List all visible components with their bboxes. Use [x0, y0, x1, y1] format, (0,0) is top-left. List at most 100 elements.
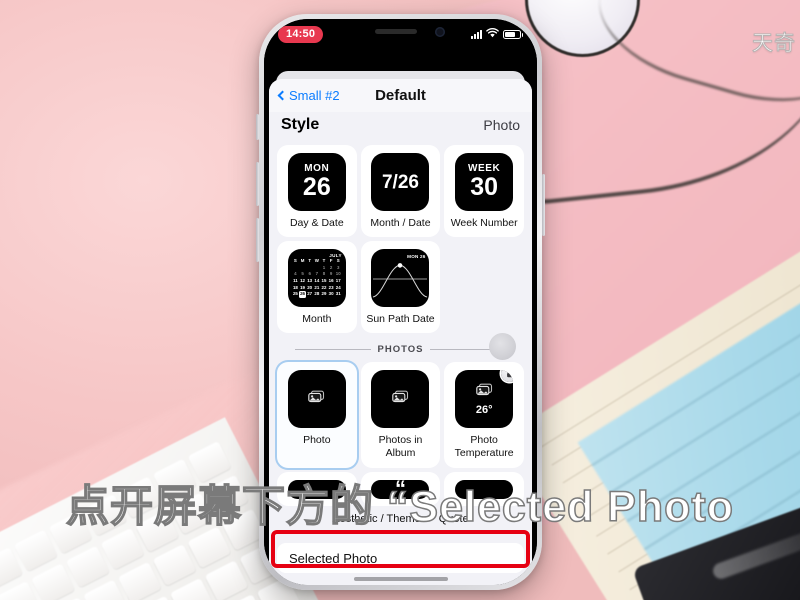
status-icons [471, 25, 523, 43]
calendar-day: 27 [307, 291, 313, 297]
watermark: 天奇 [752, 32, 796, 56]
photos-grid: Photo Photos in Album 26° Photo Temperat… [269, 362, 532, 468]
calendar-blank [299, 265, 306, 272]
wifi-icon [486, 25, 499, 43]
calendar-weekday: W [314, 258, 319, 264]
photo-temperature-value: 26° [475, 403, 493, 416]
calendar-day: 16 [328, 277, 334, 283]
volume-up-button[interactable] [256, 162, 259, 206]
keyboard-key [31, 563, 76, 600]
widget-preview-month: JULY S M T W T F S 1 2 3 4 5 6 7 8 9 10 11 12 13 14 15 16 17 18 1… [287, 249, 346, 308]
keyboard-key [152, 544, 197, 587]
calendar-day: 17 [335, 277, 341, 283]
battery-icon [503, 29, 523, 39]
keyboard-key [204, 560, 249, 600]
widget-grid-row-1: MON 26 Day & Date 7/26 Month / Date WEEK… [269, 145, 532, 238]
widget-preview-day-date: MON 26 [287, 153, 346, 211]
widget-label: Photo [303, 434, 331, 447]
widget-preview-sun-path: MON 26 [371, 249, 430, 308]
calendar-day: 21 [314, 284, 320, 290]
widget-card-month-date[interactable]: 7/26 Month / Date [360, 145, 441, 238]
cellular-signal-icon [471, 29, 482, 39]
calendar-day: 20 [307, 284, 313, 290]
widget-preview-month-date: 7/26 [371, 153, 430, 211]
calendar-weekday: F [329, 258, 333, 264]
widget-card-photo-temperature[interactable]: 26° Photo Temperature [444, 362, 524, 468]
widget-card-photo[interactable]: Photo [277, 362, 357, 468]
widget-card-week-number[interactable]: WEEK 30 Week Number [444, 145, 524, 238]
photo-stack-icon [475, 383, 493, 401]
widget-label: Month / Date [370, 217, 431, 229]
divider-left [295, 349, 371, 351]
calendar-day: 22 [321, 284, 327, 290]
mute-switch[interactable] [256, 114, 259, 140]
calendar-day: 28 [314, 291, 320, 297]
calendar-day: 5 [301, 271, 304, 277]
calendar-day: 4 [294, 271, 297, 277]
widget-label: Month [302, 313, 332, 326]
chevron-left-icon [277, 90, 288, 101]
day-date-number: 26 [302, 173, 331, 201]
status-bar: 14:50 [264, 19, 537, 49]
calendar-day: 6 [308, 271, 311, 277]
calendar-day: 23 [328, 284, 334, 290]
back-button[interactable]: Small #2 [277, 88, 340, 103]
tutorial-caption: 点开屏幕下方的 “Selected Photo [65, 482, 735, 532]
back-button-label: Small #2 [289, 88, 340, 103]
calendar-blank [292, 265, 299, 272]
month-date-value: 7/26 [381, 171, 419, 193]
calendar-day: 1 [322, 264, 326, 270]
calendar-weekday: T [322, 258, 326, 264]
widget-label: Day & Date [289, 217, 344, 229]
calendar-day: 11 [293, 277, 298, 283]
status-time: 14:50 [278, 25, 324, 43]
calendar-preview: JULY S M T W T F S 1 2 3 4 5 6 7 8 9 10 11 12 13 14 15 16 17 18 1… [288, 249, 346, 307]
calendar-blank [313, 265, 320, 272]
calendar-weekday: S [336, 258, 340, 264]
sun-path-chart: MON 26 [371, 249, 429, 307]
photo-stack-icon [308, 390, 325, 408]
widget-label: Photo Temperature [454, 434, 514, 460]
calendar-weekday: S [293, 258, 297, 264]
calendar-day: 18 [292, 284, 298, 290]
widget-label: Week Number [450, 217, 518, 229]
widget-preview-week-number: WEEK 30 [455, 153, 514, 211]
calendar-day: 24 [335, 284, 341, 290]
calendar-day: 13 [307, 277, 313, 283]
calendar-day: 26 [298, 291, 307, 298]
style-label: Style [281, 116, 320, 133]
power-button[interactable] [542, 174, 545, 236]
widget-preview-photos-in-album [371, 370, 430, 429]
calendar-day: 25 [292, 291, 298, 297]
week-number-value: 30 [470, 173, 499, 201]
scroll-indicator-circle[interactable] [489, 333, 516, 360]
photos-section-title: PHOTOS [377, 344, 424, 356]
calendar-day: 31 [335, 291, 341, 297]
calendar-day: 30 [328, 291, 334, 297]
calendar-day: 10 [335, 271, 341, 277]
keyboard-key [13, 529, 58, 572]
widget-card-photos-in-album[interactable]: Photos in Album [360, 362, 441, 468]
widget-card-month[interactable]: JULY S M T W T F S 1 2 3 4 5 6 7 8 9 10 11 12 13 14 15 16 17 18 1… [277, 241, 357, 334]
widget-card-day-date[interactable]: MON 26 Day & Date [277, 145, 357, 238]
calendar-day: 9 [329, 271, 333, 277]
calendar-day: 29 [321, 291, 327, 297]
keyboard-key [65, 545, 110, 588]
calendar-day: 15 [321, 277, 327, 283]
widget-grid-row-2: JULY S M T W T F S 1 2 3 4 5 6 7 8 9 10 11 12 13 14 15 16 17 18 1… [269, 241, 532, 334]
home-indicator[interactable] [353, 577, 448, 581]
style-value: Photo [483, 117, 520, 133]
widget-label: Photos in Album [378, 434, 423, 460]
widget-card-sun-path[interactable]: MON 26 Sun Path Date [360, 241, 441, 334]
calendar-day: 2 [329, 264, 333, 270]
calendar-day: 3 [337, 264, 340, 270]
calendar-day: 12 [300, 277, 305, 283]
calendar-day: 7 [315, 271, 319, 277]
volume-down-button[interactable] [256, 218, 259, 262]
style-row[interactable]: Style Photo [269, 112, 532, 142]
widget-preview-photo-temperature: 26° [455, 370, 514, 429]
navigation-bar: Small #2 Default [269, 79, 532, 112]
calendar-day: 8 [322, 271, 326, 277]
calendar-day: 19 [300, 284, 305, 290]
annotation-highlight-box [271, 530, 530, 568]
